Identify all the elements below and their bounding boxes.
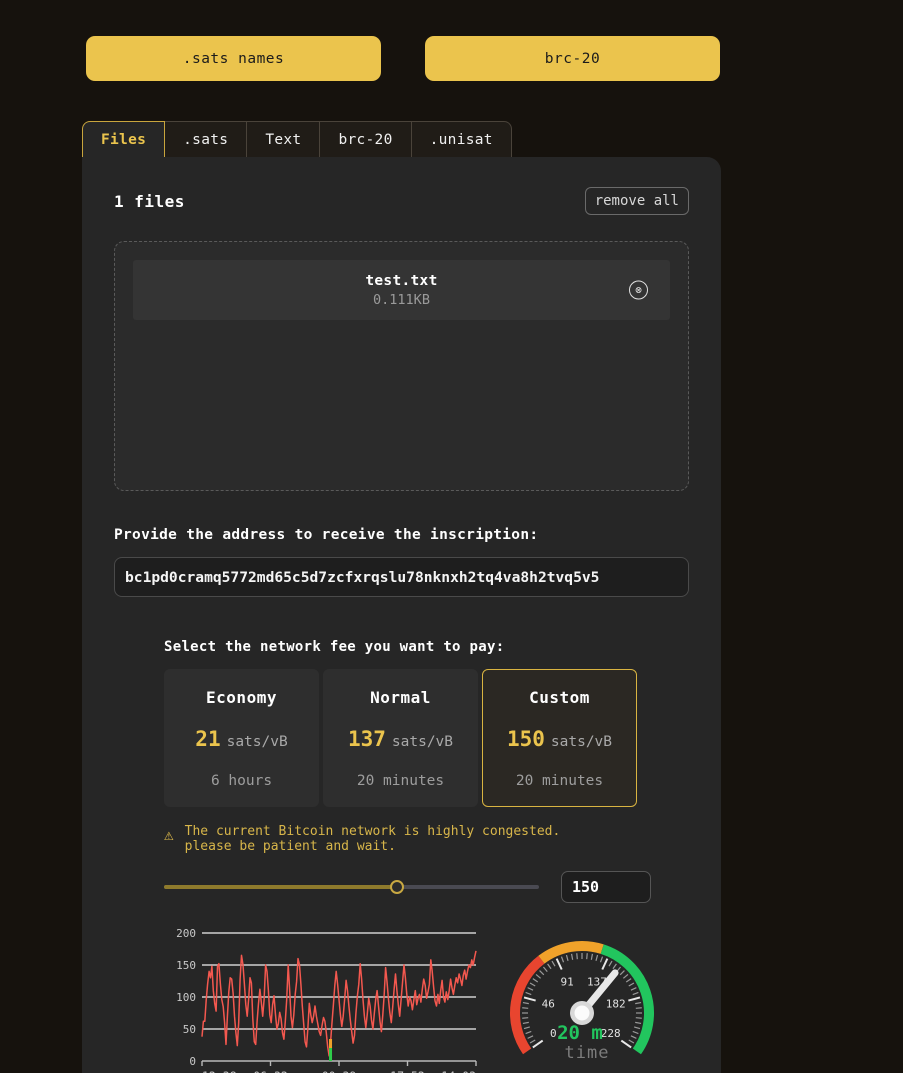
svg-text:182: 182 [606,998,626,1011]
fee-history-chart: 0 50 100 150 200 12:38 06:32 00:39 17:52 14:03 [164,921,484,1073]
fee-history-svg: 0 50 100 150 200 12:38 06:32 00:39 17:52 14:03 [164,921,484,1073]
fee-slider[interactable] [164,885,539,889]
svg-text:17:52: 17:52 [390,1069,425,1073]
svg-text:0: 0 [550,1027,557,1040]
sats-names-button[interactable]: .sats names [86,36,381,81]
fee-option-custom[interactable]: Custom 150 sats/vB 20 minutes [482,669,637,807]
tab-text[interactable]: Text [247,121,320,158]
fee-option-title: Economy [206,688,277,707]
fee-option-normal[interactable]: Normal 137 sats/vB 20 minutes [323,669,478,807]
fee-slider-row [164,871,721,903]
fee-option-title: Custom [529,688,590,707]
gauge-title: time [492,1043,682,1063]
svg-text:12:38: 12:38 [202,1069,237,1073]
top-action-bar: .sats names brc-20 [0,36,903,81]
tab-files[interactable]: Files [82,121,165,158]
fee-options: Economy 21 sats/vB 6 hours Normal 137 sa… [164,669,721,807]
svg-text:100: 100 [176,991,196,1004]
tab-bar: Files .sats Text brc-20 .unisat [82,121,512,158]
fee-option-unit: sats/vB [392,734,453,750]
fee-option-title: Normal [370,688,431,707]
svg-text:14:03: 14:03 [441,1069,476,1073]
fee-option-unit: sats/vB [227,734,288,750]
svg-text:50: 50 [183,1023,196,1036]
svg-text:91: 91 [560,975,573,988]
brc20-button[interactable]: brc-20 [425,36,720,81]
svg-text:200: 200 [176,927,196,940]
files-count-label: 1 files [114,192,185,211]
svg-text:46: 46 [542,998,555,1011]
warning-line-1: The current Bitcoin network is highly co… [185,825,561,840]
file-dropzone[interactable]: test.txt 0.111KB ⊗ [114,241,689,491]
svg-text:06:32: 06:32 [253,1069,288,1073]
svg-text:228: 228 [601,1027,621,1040]
address-label: Provide the address to receive the inscr… [114,527,721,543]
fee-option-unit: sats/vB [551,734,612,750]
svg-text:00:39: 00:39 [322,1069,357,1073]
gauge-svg: 0469113718222820 m [492,921,672,1061]
tab-unisat[interactable]: .unisat [412,121,512,158]
svg-text:20 m: 20 m [557,1022,603,1044]
fee-option-rate: 21 [195,727,220,751]
fee-option-rate: 150 [507,727,545,751]
remove-all-button[interactable]: remove all [585,187,689,215]
confirmation-time-gauge: 0469113718222820 m time [492,921,682,1065]
file-size: 0.111KB [373,292,430,308]
warning-icon: ⚠ [164,826,174,844]
address-input[interactable] [114,557,689,597]
fee-slider-thumb[interactable] [390,880,404,894]
fee-slider-fill [164,885,397,889]
svg-text:0: 0 [189,1055,196,1068]
files-panel: 1 files remove all test.txt 0.111KB ⊗ Pr… [82,157,721,1073]
tab-brc20[interactable]: brc-20 [320,121,411,158]
congestion-warning: ⚠ The current Bitcoin network is highly … [164,825,721,855]
visualizations: 0 50 100 150 200 12:38 06:32 00:39 17:52 14:03 0 4… [164,921,721,1073]
fee-value-input[interactable] [561,871,651,903]
file-list-item[interactable]: test.txt 0.111KB ⊗ [133,260,670,320]
fee-option-rate: 137 [348,727,386,751]
fee-option-time: 20 minutes [516,773,603,789]
fee-label: Select the network fee you want to pay: [164,639,721,655]
fee-option-time: 6 hours [211,773,272,789]
file-name: test.txt [365,273,437,289]
warning-line-2: please be patient and wait. [185,840,561,855]
panel-header: 1 files remove all [82,157,721,215]
tab-sats[interactable]: .sats [165,121,247,158]
fee-option-time: 20 minutes [357,773,444,789]
svg-text:150: 150 [176,959,196,972]
remove-file-icon[interactable]: ⊗ [629,281,648,300]
fee-option-economy[interactable]: Economy 21 sats/vB 6 hours [164,669,319,807]
